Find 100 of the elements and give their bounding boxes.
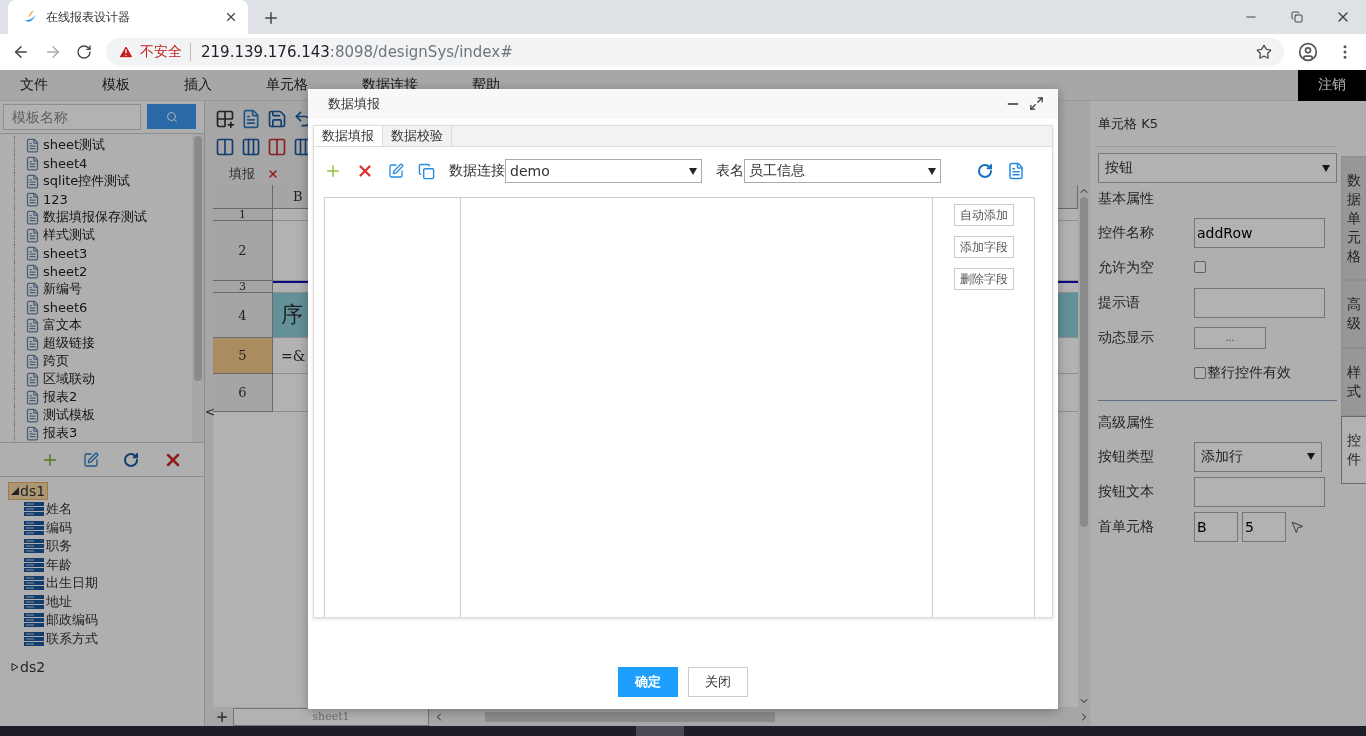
file-icon <box>25 317 40 333</box>
connection-label: 数据连接 <box>449 162 505 180</box>
preview-icon[interactable] <box>1007 162 1025 180</box>
field-icon <box>24 557 44 572</box>
edit-icon[interactable] <box>83 451 99 468</box>
side-tab[interactable]: 数据单元格 <box>1341 156 1366 281</box>
dataset-node[interactable]: ds1 <box>8 482 49 500</box>
checkbox[interactable] <box>1194 366 1206 379</box>
logout-button[interactable]: 注销 <box>1298 69 1366 101</box>
warning-icon <box>118 44 134 60</box>
dialog-tab[interactable]: 数据填报 <box>314 126 383 146</box>
field-name[interactable]: 邮政编码 <box>46 611 98 630</box>
refresh-icon[interactable] <box>977 163 993 179</box>
panel-title: 单元格 K5 <box>1095 101 1337 147</box>
menu-item[interactable]: 模板 <box>82 76 150 94</box>
side-tab[interactable]: 控件 <box>1341 416 1366 484</box>
ellipsis-button[interactable]: ... <box>1194 326 1266 349</box>
new-tab-icon[interactable] <box>262 9 280 27</box>
preview-icon[interactable] <box>241 109 261 129</box>
file-icon <box>25 227 40 243</box>
scrollbar-thumb[interactable] <box>485 711 775 722</box>
side-tab[interactable]: 样式 <box>1341 348 1366 416</box>
close-button[interactable]: 关闭 <box>688 667 748 697</box>
edit-icon[interactable] <box>388 163 404 179</box>
delete-icon[interactable] <box>356 162 374 180</box>
type-select[interactable]: 添加行 <box>1194 441 1322 472</box>
field-name[interactable]: 年龄 <box>46 555 72 574</box>
scrollbar-thumb[interactable] <box>1080 197 1088 527</box>
table-select[interactable]: 员工信息 <box>744 159 941 183</box>
field-name[interactable]: 地址 <box>46 592 72 611</box>
row-header[interactable]: 3 <box>213 281 273 293</box>
star-icon[interactable] <box>1256 44 1272 60</box>
file-icon <box>25 155 40 171</box>
back-icon[interactable] <box>12 43 30 61</box>
row-header[interactable]: 2 <box>213 221 273 281</box>
menu-item[interactable]: 插入 <box>164 76 232 94</box>
row-field[interactable]: 5 <box>1242 511 1286 542</box>
save-icon[interactable] <box>267 109 287 129</box>
field-name[interactable]: 出生日期 <box>46 574 98 593</box>
collapsed-icon[interactable] <box>11 663 19 671</box>
section-title: 基本属性 <box>1098 189 1155 208</box>
dialog-tab[interactable]: 数据校验 <box>383 126 452 146</box>
browser-tab[interactable]: 在线报表设计器 <box>8 0 248 34</box>
file-icon <box>25 263 40 279</box>
address-bar[interactable]: 不安全 219.139.176.143:8098/designSys/index# <box>106 38 1284 66</box>
text-field[interactable]: addRow <box>1194 217 1325 248</box>
row-header[interactable]: 6 <box>213 374 273 412</box>
file-icon <box>25 371 40 387</box>
scrollbar-thumb[interactable] <box>194 136 202 381</box>
text-field[interactable] <box>1194 287 1325 318</box>
field-label: 控件名称 <box>1098 223 1155 242</box>
copy-icon[interactable] <box>418 162 435 180</box>
file-icon <box>25 407 40 423</box>
field-name[interactable]: 职务 <box>46 537 72 556</box>
insert-table-icon[interactable] <box>215 109 235 129</box>
field-name[interactable]: 编码 <box>46 518 72 537</box>
field-name[interactable]: 姓名 <box>46 500 72 519</box>
field-name[interactable]: 联系方式 <box>46 629 98 648</box>
column-field[interactable]: B <box>1194 511 1238 542</box>
dialog-title: 数据填报 <box>328 95 381 113</box>
table-label: 表名 <box>716 162 744 180</box>
field-icon <box>24 520 44 535</box>
dataset-node[interactable]: ds2 <box>8 658 49 676</box>
field-button[interactable]: 删除字段 <box>953 268 1014 290</box>
maximize-icon[interactable] <box>1029 96 1044 111</box>
field-button[interactable]: 自动添加 <box>953 204 1014 226</box>
refresh-icon[interactable] <box>123 451 139 468</box>
forward-icon[interactable] <box>44 43 62 61</box>
checkbox[interactable] <box>1194 260 1206 273</box>
field-label: 按钮文本 <box>1098 482 1155 501</box>
row-header[interactable]: 1 <box>213 209 273 221</box>
pointer-icon[interactable] <box>1290 519 1304 534</box>
side-tab[interactable]: 高级 <box>1341 280 1366 349</box>
connection-select[interactable]: demo <box>505 159 702 183</box>
reload-icon[interactable] <box>76 44 92 60</box>
search-field[interactable]: 模板名称 <box>3 104 141 130</box>
checkbox-label: 整行控件有效 <box>1207 363 1291 382</box>
file-icon <box>25 209 40 225</box>
widget-select[interactable]: 按钮 <box>1098 153 1337 183</box>
field-icon <box>24 594 44 609</box>
field-icon <box>24 613 44 628</box>
caret-icon <box>1322 164 1330 172</box>
close-icon[interactable] <box>224 10 238 24</box>
expanded-icon[interactable] <box>11 487 19 495</box>
caret-icon <box>1307 453 1315 460</box>
field-button[interactable]: 添加字段 <box>953 236 1014 258</box>
field-label: 允许为空 <box>1098 258 1155 277</box>
sheet-tab[interactable]: 填报 <box>229 165 255 183</box>
field-label: 动态显示 <box>1098 328 1155 347</box>
file-icon <box>25 389 40 405</box>
text-field[interactable] <box>1194 476 1325 507</box>
row-header[interactable]: 5 <box>213 338 273 374</box>
menu-item[interactable]: 单元格 <box>246 76 328 94</box>
menu-item[interactable]: 文件 <box>0 76 68 94</box>
add-sheet-icon[interactable] <box>215 709 229 724</box>
collapse-handle[interactable]: < <box>205 405 216 419</box>
account-icon[interactable] <box>1298 42 1318 62</box>
row-header[interactable]: 4 <box>213 293 273 338</box>
field-icon <box>24 576 44 591</box>
file-icon <box>25 137 40 153</box>
